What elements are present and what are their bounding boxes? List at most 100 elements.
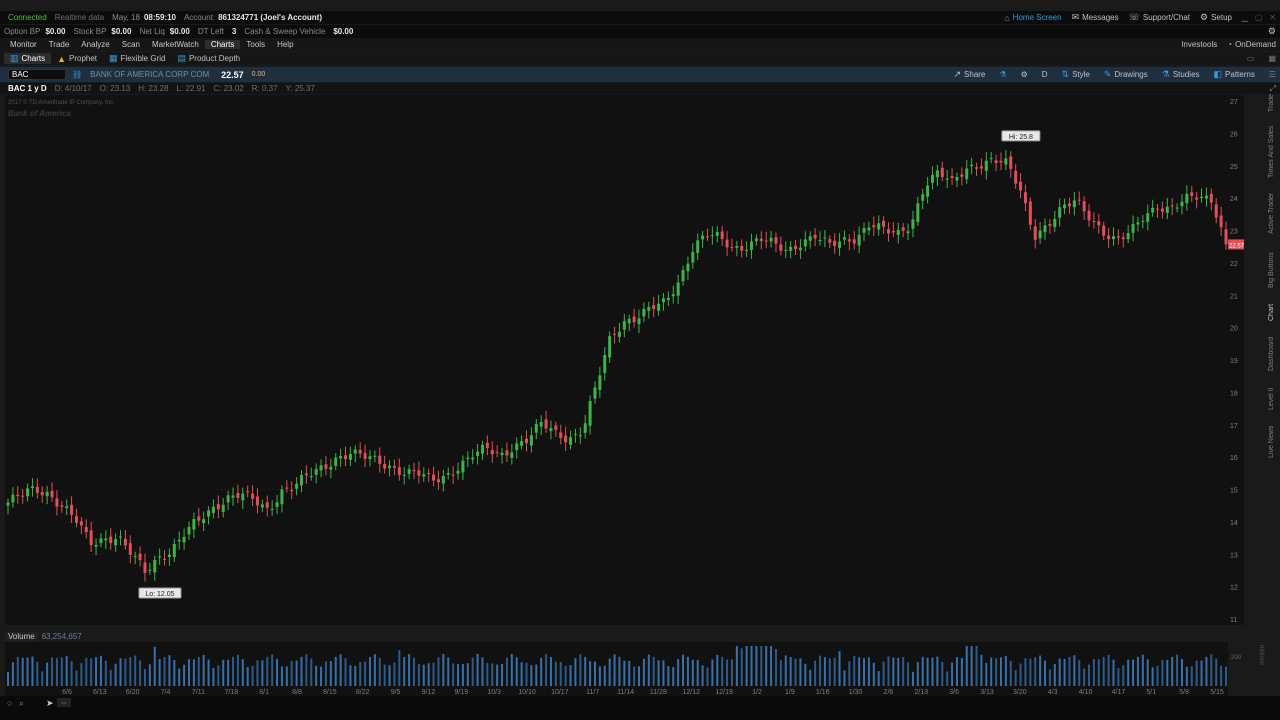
candle-body[interactable] [705, 236, 709, 238]
candle-body[interactable] [578, 435, 582, 437]
candle-body[interactable] [417, 470, 421, 476]
volume-bar[interactable] [804, 663, 807, 686]
volume-bar[interactable] [1097, 659, 1100, 686]
volume-bar[interactable] [667, 665, 670, 686]
setup-button[interactable]: ⚙ Setup [1200, 12, 1232, 23]
candle-body[interactable] [1097, 221, 1101, 226]
volume-bar[interactable] [941, 661, 944, 686]
volume-bar[interactable] [701, 665, 704, 686]
zoom-reset-icon[interactable]: ○ [7, 698, 12, 708]
candle-body[interactable] [231, 495, 235, 498]
candle-body[interactable] [295, 483, 299, 489]
candle-body[interactable] [251, 493, 255, 499]
volume-bar[interactable] [721, 656, 724, 686]
volume-bar[interactable] [388, 665, 391, 686]
volume-bar[interactable] [197, 656, 200, 686]
candle-body[interactable] [945, 178, 949, 180]
candle-body[interactable] [573, 433, 577, 435]
candle-body[interactable] [955, 176, 959, 181]
menu-analyze[interactable]: Analyze [75, 40, 115, 49]
volume-bar[interactable] [158, 658, 161, 686]
grid-layout-icon[interactable]: ▦ [1268, 54, 1276, 63]
volume-bar[interactable] [1161, 660, 1164, 686]
volume-bar[interactable] [334, 656, 337, 686]
volume-bar[interactable] [990, 657, 993, 686]
volume-bar[interactable] [970, 646, 973, 686]
volume-bar[interactable] [1171, 656, 1174, 686]
gear-icon[interactable]: ⚙ [1268, 26, 1276, 37]
candle-body[interactable] [314, 469, 318, 475]
candle-body[interactable] [79, 521, 83, 526]
volume-chart[interactable] [5, 642, 1228, 686]
volume-bar[interactable] [545, 654, 548, 686]
candle-body[interactable] [60, 505, 64, 507]
candle-body[interactable] [1160, 208, 1164, 212]
candle-body[interactable] [627, 318, 631, 324]
candle-body[interactable] [510, 452, 514, 458]
volume-bar[interactable] [819, 655, 821, 686]
candle-body[interactable] [926, 185, 930, 197]
candle-body[interactable] [1131, 223, 1135, 233]
candle-body[interactable] [608, 336, 612, 358]
volume-bar[interactable] [192, 659, 195, 686]
volume-bar[interactable] [1141, 654, 1144, 686]
volume-bar[interactable] [828, 658, 831, 686]
candle-body[interactable] [661, 298, 665, 302]
candle-body[interactable] [138, 553, 142, 561]
volume-bar[interactable] [999, 657, 1002, 686]
candle-body[interactable] [74, 516, 78, 523]
candle-body[interactable] [128, 543, 132, 555]
candle-body[interactable] [833, 240, 837, 246]
candle-body[interactable] [681, 269, 685, 282]
candle-body[interactable] [999, 160, 1003, 163]
side-tab-big-buttons[interactable]: Big Buttons [1268, 246, 1280, 294]
volume-bar[interactable] [696, 659, 699, 686]
candle-body[interactable] [172, 544, 176, 558]
volume-bar[interactable] [794, 658, 797, 686]
candle-body[interactable] [1009, 156, 1013, 169]
candle-body[interactable] [192, 519, 196, 530]
volume-bar[interactable] [1068, 657, 1071, 686]
candle-body[interactable] [358, 449, 362, 454]
candle-body[interactable] [676, 282, 680, 296]
candle-body[interactable] [931, 174, 935, 183]
volume-bar[interactable] [652, 656, 655, 686]
candle-body[interactable] [808, 236, 812, 241]
candle-body[interactable] [397, 467, 401, 476]
volume-bar[interactable] [579, 654, 582, 686]
candle-body[interactable] [21, 495, 25, 497]
volume-bar[interactable] [926, 657, 929, 686]
tab-product-depth[interactable]: ▤ Product Depth [171, 53, 246, 64]
candle-body[interactable] [402, 474, 406, 476]
volume-bar[interactable] [119, 658, 122, 686]
volume-bar[interactable] [770, 646, 773, 686]
volume-bar[interactable] [452, 663, 455, 686]
candle-body[interactable] [525, 438, 529, 444]
candle-body[interactable] [569, 437, 573, 445]
candle-body[interactable] [158, 556, 162, 558]
volume-bar[interactable] [11, 662, 14, 686]
candle-body[interactable] [818, 240, 822, 242]
candle-body[interactable] [896, 229, 900, 235]
candle-body[interactable] [632, 316, 636, 323]
volume-bar[interactable] [398, 650, 401, 686]
volume-bar[interactable] [814, 660, 817, 686]
candle-body[interactable] [1190, 192, 1194, 196]
volume-bar[interactable] [324, 661, 327, 686]
volume-bar[interactable] [1190, 666, 1193, 686]
candle-body[interactable] [1219, 215, 1223, 228]
candle-body[interactable] [1102, 225, 1106, 236]
volume-bar[interactable] [520, 662, 523, 686]
volume-bar[interactable] [46, 662, 49, 686]
candle-body[interactable] [94, 544, 98, 547]
candle-body[interactable] [99, 538, 103, 544]
candle-body[interactable] [109, 536, 113, 544]
candle-body[interactable] [65, 506, 69, 509]
candle-body[interactable] [299, 475, 303, 486]
candle-body[interactable] [813, 234, 817, 239]
volume-bar[interactable] [60, 657, 63, 686]
volume-bar[interactable] [1146, 659, 1149, 686]
candle-body[interactable] [329, 466, 333, 470]
volume-bar[interactable] [730, 659, 733, 686]
candle-body[interactable] [886, 229, 890, 234]
